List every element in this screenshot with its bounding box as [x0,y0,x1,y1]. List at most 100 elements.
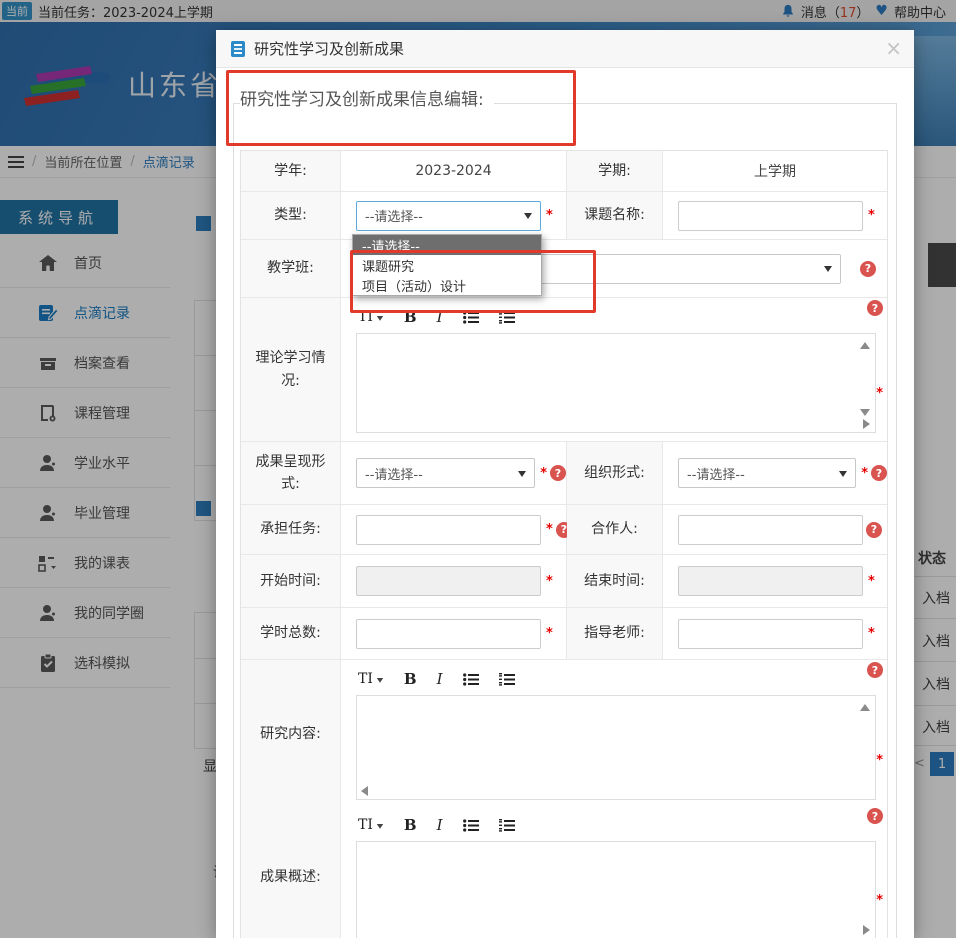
scroll-left-icon[interactable] [361,786,368,796]
form-row-present-org: 成果呈现形式: --请选择-- * ? 组织形式: --请选择-- * [241,442,887,505]
partner-label: 合作人: [567,505,663,554]
edit-form: 学年: 2023-2024 学期: 上学期 类型: --请选择-- * 课题名称… [240,150,888,938]
theory-editor: TI B I [356,306,876,433]
org-select[interactable]: --请选择-- [678,458,856,488]
chevron-down-icon [377,824,383,832]
italic-button[interactable]: I [437,816,443,834]
summary-label: 成果概述: [241,806,341,938]
numbered-list-icon[interactable] [499,819,515,832]
required-asterisk: * [876,386,883,401]
dropdown-option[interactable]: --请选择-- [353,235,541,255]
required-asterisk: * [868,574,875,589]
type-label: 类型: [241,192,341,239]
chevron-down-icon [524,213,532,223]
org-label: 组织形式: [567,442,663,504]
term-label: 学期: [567,151,663,191]
bullet-list-icon[interactable] [463,673,479,686]
form-legend: 研究性学习及创新成果信息编辑: [240,85,494,110]
text-style-button[interactable]: TI [358,817,384,833]
text-style-button[interactable]: TI [358,671,384,687]
hours-field: * [341,608,567,659]
partner-input[interactable] [678,515,863,545]
teacher-field: * [663,608,887,659]
dropdown-option[interactable]: 课题研究 [353,255,541,275]
present-field: --请选择-- * ? [341,442,567,504]
editor-toolbar: TI B I [356,306,876,333]
chevron-down-icon [839,471,847,481]
content-field: TI B I ? * [341,660,887,808]
italic-button[interactable]: I [437,670,443,688]
scroll-up-icon[interactable] [860,342,870,349]
summary-textarea[interactable] [356,841,876,938]
help-icon[interactable]: ? [867,662,883,678]
term-value: 上学期 [663,151,887,191]
required-asterisk: * [876,753,883,768]
present-label: 成果呈现形式: [241,442,341,504]
theory-textarea[interactable] [356,333,876,433]
form-row-dates: 开始时间: * 结束时间: * [241,555,887,608]
help-icon[interactable]: ? [867,808,883,824]
required-asterisk: * [540,466,547,481]
text-style-button[interactable]: TI [358,309,384,325]
end-label: 结束时间: [567,555,663,607]
numbered-list-icon[interactable] [499,311,515,324]
org-field: --请选择-- * ? [663,442,887,504]
topic-field: * [663,192,887,239]
editor-toolbar: TI B I [356,668,876,695]
bullet-list-icon[interactable] [463,311,479,324]
required-asterisk: * [861,466,868,481]
help-icon[interactable]: ? [860,261,876,277]
bold-button[interactable]: B [404,670,417,688]
start-label: 开始时间: [241,555,341,607]
content-textarea[interactable] [356,695,876,800]
dialog-title: 研究性学习及创新成果 [254,38,404,59]
help-icon[interactable]: ? [866,522,882,538]
summary-editor: TI B I [356,814,876,938]
help-icon[interactable]: ? [871,465,887,481]
form-row-task-partner: 承担任务: * ? 合作人: ? [241,505,887,555]
teacher-label: 指导老师: [567,608,663,659]
start-date-input[interactable] [356,566,541,596]
summary-field: TI B I ? * [341,806,887,938]
dropdown-option[interactable]: 项目（活动）设计 [353,275,541,295]
type-select[interactable]: --请选择-- [356,201,541,231]
teacher-input[interactable] [678,619,863,649]
page: 当前 当前任务：2023-2024上学期 消息（17） ♥ 帮助中心 山东省普通 [0,0,956,938]
help-icon[interactable]: ? [550,465,566,481]
type-field: --请选择-- * [341,192,567,239]
task-input[interactable] [356,515,541,545]
form-row-hours-teacher: 学时总数: * 指导老师: * [241,608,887,660]
end-date-input[interactable] [678,566,863,596]
scroll-up-icon[interactable] [860,704,870,711]
hours-label: 学时总数: [241,608,341,659]
scroll-right-icon[interactable] [863,419,870,429]
numbered-list-icon[interactable] [499,673,515,686]
bullet-list-icon[interactable] [463,819,479,832]
scroll-right-icon[interactable] [863,925,870,935]
form-row-type-topic: 类型: --请选择-- * 课题名称: * [241,192,887,240]
required-asterisk: * [868,626,875,641]
required-asterisk: * [546,522,553,537]
dialog-header: 研究性学习及创新成果 × [216,30,914,68]
theory-field: TI B I ? * [341,298,887,441]
research-achievement-dialog: 研究性学习及创新成果 × 研究性学习及创新成果信息编辑: 学年: 2023-20… [216,30,914,938]
scroll-down-icon[interactable] [860,409,870,416]
year-value: 2023-2024 [341,151,567,191]
task-label: 承担任务: [241,505,341,554]
partner-field: ? [663,505,887,554]
help-icon[interactable]: ? [867,300,883,316]
bold-button[interactable]: B [404,816,417,834]
italic-button[interactable]: I [437,308,443,326]
task-field: * ? [341,505,567,554]
chevron-down-icon [824,266,832,276]
close-icon[interactable]: × [885,38,902,58]
hours-input[interactable] [356,619,541,649]
present-select[interactable]: --请选择-- [356,458,535,488]
topic-input[interactable] [678,201,863,231]
required-asterisk: * [876,893,883,908]
bold-button[interactable]: B [404,308,417,326]
document-icon [230,40,246,58]
class-label: 教学班: [241,240,341,297]
start-field: * [341,555,567,607]
form-row-class: 教学班: ? [241,240,887,298]
